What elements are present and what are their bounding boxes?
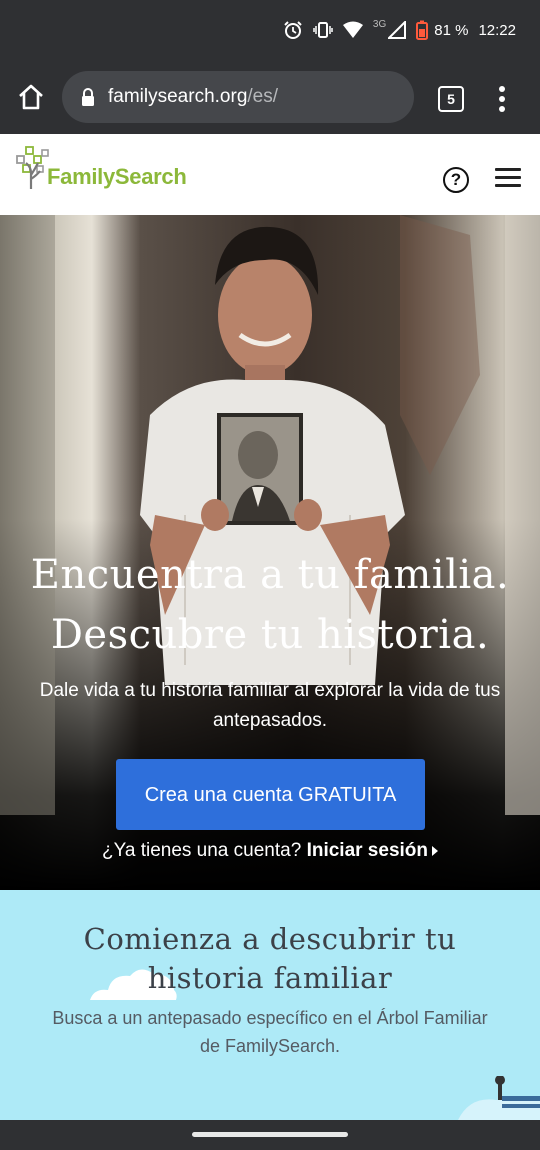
vibrate-icon — [313, 20, 333, 40]
hamburger-icon-bar — [495, 184, 521, 187]
hero-title-line-1: Encuentra a tu familia. — [30, 552, 510, 598]
home-gesture-pill[interactable] — [192, 1132, 348, 1137]
address-bar[interactable]: familysearch.org/es/ — [62, 71, 414, 123]
caret-right-icon — [432, 845, 439, 856]
hamburger-icon-bar — [495, 176, 521, 179]
signin-line: ¿Ya tienes una cuenta? Iniciar sesión — [0, 840, 540, 862]
menu-button[interactable] — [495, 168, 521, 188]
create-free-account-button[interactable]: Crea una cuenta GRATUITA — [116, 759, 425, 830]
lock-icon — [82, 88, 94, 106]
familysearch-tree-logo-icon[interactable] — [15, 145, 51, 191]
bench-illustration — [458, 1076, 540, 1120]
battery-icon — [416, 20, 429, 40]
more-vert-icon — [499, 86, 505, 112]
alarm-icon — [283, 20, 303, 40]
home-button[interactable] — [16, 82, 48, 114]
system-nav-bar — [0, 1120, 540, 1150]
hero-subtitle: Dale vida a tu historia familiar al expl… — [39, 680, 501, 731]
discover-subtitle: Busca a un antepasado específico en el Á… — [52, 1008, 488, 1056]
wifi-icon — [342, 21, 363, 39]
network-type: 3G — [372, 18, 387, 30]
hero-title: Encuentra a tu familia. Descubre tu hist… — [0, 545, 540, 665]
url-text: familysearch.org/es/ — [108, 86, 278, 108]
signin-prompt: ¿Ya tienes una cuenta? — [101, 840, 307, 861]
logo-text[interactable]: FamilySearch — [47, 164, 187, 190]
discover-section: Comienza a descubrir tu historia familia… — [0, 890, 540, 1120]
browser-toolbar: familysearch.org/es/ 5 — [0, 60, 540, 134]
help-button[interactable]: ? — [443, 167, 469, 193]
home-icon — [19, 84, 43, 110]
clock: 12:22 — [478, 21, 516, 39]
signin-link[interactable]: Iniciar sesión — [307, 840, 428, 861]
hero-section: Encuentra a tu familia. Descubre tu hist… — [0, 215, 540, 890]
browser-menu-button[interactable] — [492, 84, 512, 114]
discover-title: Comienza a descubrir tu historia familia… — [83, 922, 457, 995]
url-path: /es/ — [247, 86, 279, 107]
tab-switcher-button[interactable]: 5 — [438, 86, 464, 112]
status-bar: 3G 81 % 12:22 — [0, 0, 540, 60]
hero-title-line-2: Descubre tu historia. — [50, 612, 490, 658]
url-domain: familysearch.org — [108, 86, 248, 107]
battery-percent: 81 % — [434, 21, 469, 39]
hamburger-icon-bar — [495, 168, 521, 171]
signal-icon — [388, 21, 407, 39]
site-header: FamilySearch ? — [0, 134, 540, 216]
